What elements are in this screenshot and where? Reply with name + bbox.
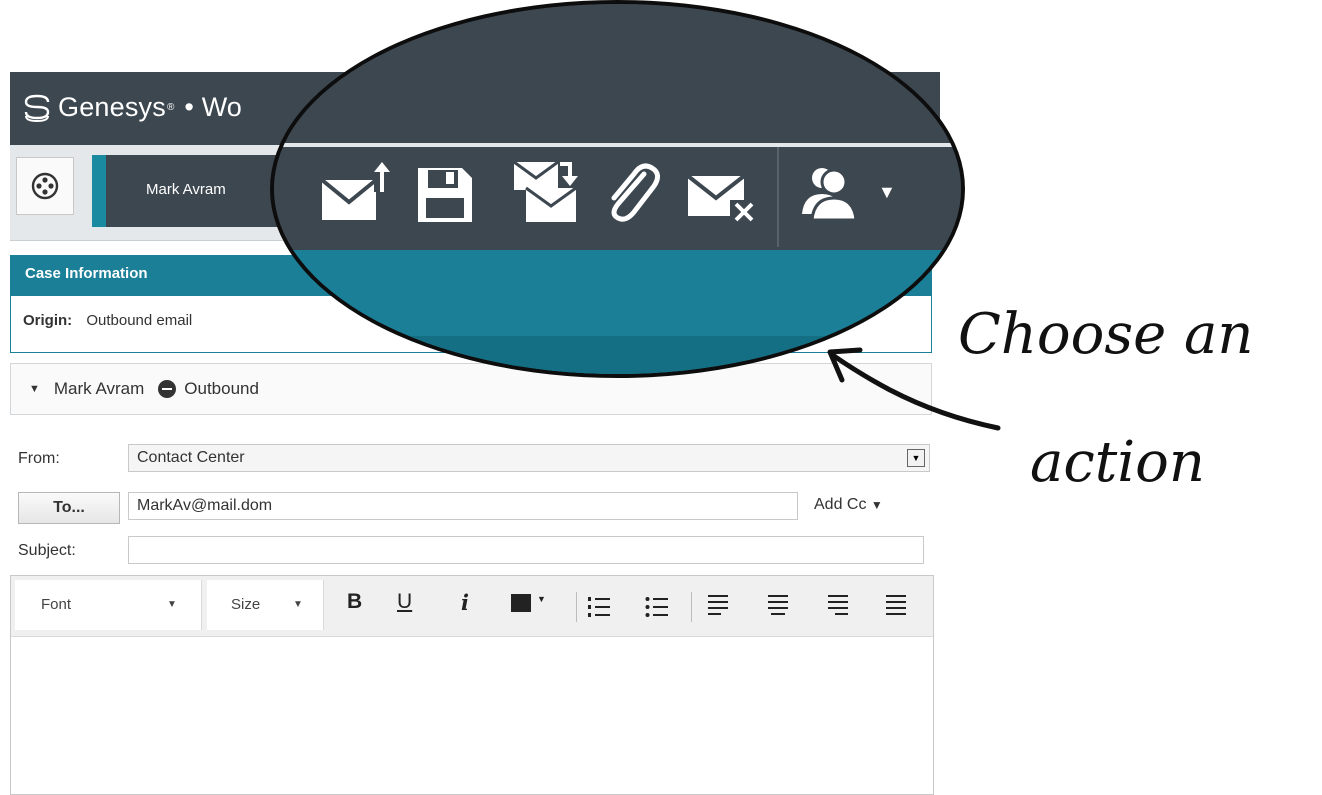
bold-button[interactable]: B (347, 590, 362, 614)
align-center-icon[interactable] (767, 594, 789, 618)
email-body-editor[interactable]: Font ▼ Size ▼ B U i ▼ (10, 575, 934, 795)
align-right-icon[interactable] (827, 594, 849, 618)
brand-registered-mark: ® (166, 102, 175, 113)
font-dropdown[interactable]: Font ▼ (15, 580, 202, 630)
from-value: Contact Center (137, 449, 245, 466)
party-name: Mark Avram (146, 181, 226, 198)
attach-icon[interactable] (604, 160, 660, 224)
brand-name: Genesys (58, 92, 166, 122)
send-icon[interactable] (320, 162, 392, 224)
chevron-down-icon: ▼ (167, 599, 177, 610)
magnified-action-toolbar: ▼ (270, 0, 965, 378)
underline-button[interactable]: U (397, 590, 412, 614)
divider (691, 592, 692, 622)
outbound-icon (158, 380, 177, 398)
annotation-arrow-icon (827, 347, 1001, 431)
justify-icon[interactable] (885, 594, 907, 618)
color-swatch-icon (511, 594, 531, 612)
collapse-caret-icon[interactable]: ▼ (29, 383, 40, 395)
film-reel-icon (31, 172, 59, 200)
save-icon[interactable] (416, 166, 474, 224)
divider (576, 592, 577, 622)
toolbar-divider (777, 147, 779, 247)
subject-input[interactable] (128, 536, 924, 564)
direction-label: Outbound (184, 379, 259, 398)
from-label: From: (18, 450, 60, 467)
add-cc-button[interactable]: Add Cc ▼ (814, 496, 883, 514)
bullet-list-icon[interactable] (645, 596, 669, 618)
product-name: Wo (201, 92, 242, 122)
chevron-down-icon: ▼ (537, 594, 546, 604)
dropdown-arrow-icon[interactable]: ▼ (907, 449, 925, 467)
chevron-down-icon: ▼ (293, 599, 303, 610)
main-menu-button[interactable] (16, 157, 74, 215)
brand: Genesys ® • Wo (22, 92, 242, 123)
size-dropdown[interactable]: Size ▼ (207, 580, 324, 630)
annotation-line-2: action (1030, 430, 1205, 495)
genesys-logo-icon (24, 94, 50, 122)
chevron-down-icon: ▼ (870, 498, 883, 512)
delete-icon[interactable] (686, 174, 760, 226)
numbered-list-icon[interactable] (587, 596, 611, 618)
align-left-icon[interactable] (707, 594, 729, 618)
editor-toolbar: Font ▼ Size ▼ B U i ▼ (11, 576, 933, 637)
to-button[interactable]: To... (18, 492, 120, 524)
magnified-title-area (274, 4, 961, 143)
party-action-icon[interactable] (800, 164, 870, 222)
text-color-button[interactable]: ▼ (511, 594, 546, 618)
contact-name: Mark Avram (53, 379, 145, 398)
subject-label: Subject: (18, 542, 76, 559)
add-cc-label: Add Cc (814, 496, 867, 513)
chevron-down-icon[interactable]: ▼ (878, 182, 896, 203)
party-tab-accent (92, 155, 106, 227)
italic-button[interactable]: i (461, 590, 469, 615)
origin-value: Outbound email (86, 312, 193, 329)
from-select[interactable]: Contact Center ▼ (128, 444, 930, 472)
origin-label: Origin: (23, 312, 73, 329)
size-label: Size (231, 596, 261, 613)
transfer-icon[interactable] (512, 158, 582, 224)
brand-separator: • (184, 92, 194, 122)
font-label: Font (41, 596, 72, 613)
to-input[interactable]: MarkAv@mail.dom (128, 492, 798, 520)
